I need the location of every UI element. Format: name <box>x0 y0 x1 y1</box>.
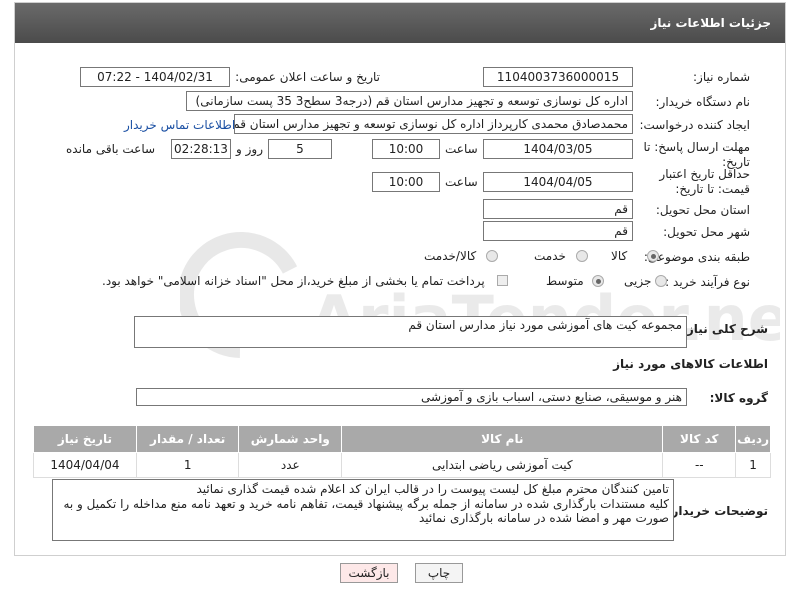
goods-info-heading: اطلاعات کالاهای مورد نیاز <box>613 357 768 371</box>
send-deadline-label: مهلت ارسال پاسخ: تا تاریخ: <box>643 140 750 169</box>
category-goods-label: کالا <box>611 249 628 263</box>
back-button[interactable]: بازگشت <box>340 563 398 583</box>
cell-date: 1404/04/04 <box>33 452 137 478</box>
days-field: 5 <box>268 139 332 159</box>
buyer-notes-field: تامین کنندگان محترم مبلغ کل لیست پیوست ر… <box>52 479 674 541</box>
validity-hour-field: 10:00 <box>372 172 440 192</box>
col-unit-header: واحد شمارش <box>238 425 343 453</box>
category-goods-service-radio[interactable] <box>486 250 498 262</box>
buyer-notes-label: توضیحات خریدار: <box>666 504 768 518</box>
requester-label: ایجاد کننده درخواست: <box>639 118 750 132</box>
city-label: شهر محل تحویل: <box>663 225 750 239</box>
announce-datetime-field: 1404/02/31 - 07:22 <box>80 67 230 87</box>
col-code-header: کد کالا <box>662 425 737 453</box>
items-table: ردیف کد کالا نام کالا واحد شمارش تعداد /… <box>33 425 771 478</box>
price-validity-label: حداقل تاریخ اعتبار قیمت: تا تاریخ: <box>659 167 750 196</box>
goods-group-field: هنر و موسیقی، صنایع دستی، اسباب بازی و آ… <box>136 388 687 406</box>
buyer-org-field: اداره کل نوسازی توسعه و تجهیز مدارس استا… <box>186 91 633 111</box>
remaining-label: ساعت باقی مانده <box>66 142 156 156</box>
cell-unit: عدد <box>238 452 343 478</box>
announce-datetime-label: تاریخ و ساعت اعلان عمومی: <box>235 70 380 84</box>
need-number-field: 1104003736000015 <box>483 67 633 87</box>
table-row[interactable]: 1 -- کیت آموزشی ریاضی ابتدایی عدد 1 1404… <box>33 452 771 478</box>
print-button[interactable]: چاپ <box>415 563 463 583</box>
category-service-radio[interactable] <box>576 250 588 262</box>
description-field: مجموعه کیت های آموزشی مورد نیاز مدارس اس… <box>134 316 687 348</box>
process-partial-radio[interactable] <box>655 275 667 287</box>
validity-date-field: 1404/04/05 <box>483 172 633 192</box>
treasury-payment-note: پرداخت تمام یا بخشی از مبلغ خرید،از محل … <box>102 274 485 288</box>
cell-code: -- <box>662 452 737 478</box>
buyer-org-label: نام دستگاه خریدار: <box>655 95 751 109</box>
process-partial-label: جزیی <box>624 274 652 288</box>
days-label: روز و <box>236 142 263 156</box>
send-hour-label: ساعت <box>445 142 478 156</box>
category-service-label: خدمت <box>534 249 566 263</box>
requester-field: محمدصادق محمدی کارپرداز اداره کل نوسازی … <box>234 114 633 134</box>
col-row-header: ردیف <box>735 425 771 453</box>
remaining-time-field: 02:28:13 <box>171 139 231 159</box>
category-goods-service-label: کالا/خدمت <box>424 249 477 263</box>
process-medium-radio[interactable] <box>592 275 604 287</box>
province-label: استان محل تحویل: <box>655 203 750 217</box>
contact-info-link[interactable]: اطلاعات تماس خریدار <box>124 118 235 132</box>
validity-hour-label: ساعت <box>445 175 478 189</box>
cell-name: کیت آموزشی ریاضی ابتدایی <box>341 452 664 478</box>
cell-row: 1 <box>735 452 771 478</box>
city-field: قم <box>483 221 633 241</box>
description-label: شرح کلی نیاز: <box>682 322 768 336</box>
table-header-row: ردیف کد کالا نام کالا واحد شمارش تعداد /… <box>33 425 771 453</box>
category-goods-radio[interactable] <box>647 250 659 262</box>
category-label: طبقه بندی موضوعی: <box>643 250 750 264</box>
goods-group-label: گروه کالا: <box>709 391 768 405</box>
need-number-label: شماره نیاز: <box>693 70 750 84</box>
process-medium-label: متوسط <box>546 274 584 288</box>
province-field: قم <box>483 199 633 219</box>
panel-title: جزئیات اطلاعات نیاز <box>650 16 771 30</box>
panel-header: جزئیات اطلاعات نیاز <box>15 3 785 43</box>
send-date-field: 1404/03/05 <box>483 139 633 159</box>
col-qty-header: تعداد / مقدار <box>135 425 240 453</box>
cell-qty: 1 <box>135 452 240 478</box>
process-type-label: نوع فرآیند خرید : <box>665 275 750 289</box>
treasury-payment-checkbox[interactable] <box>497 275 508 286</box>
col-name-header: نام کالا <box>341 425 664 453</box>
send-hour-field: 10:00 <box>372 139 440 159</box>
col-date-header: تاریخ نیاز <box>33 425 137 453</box>
